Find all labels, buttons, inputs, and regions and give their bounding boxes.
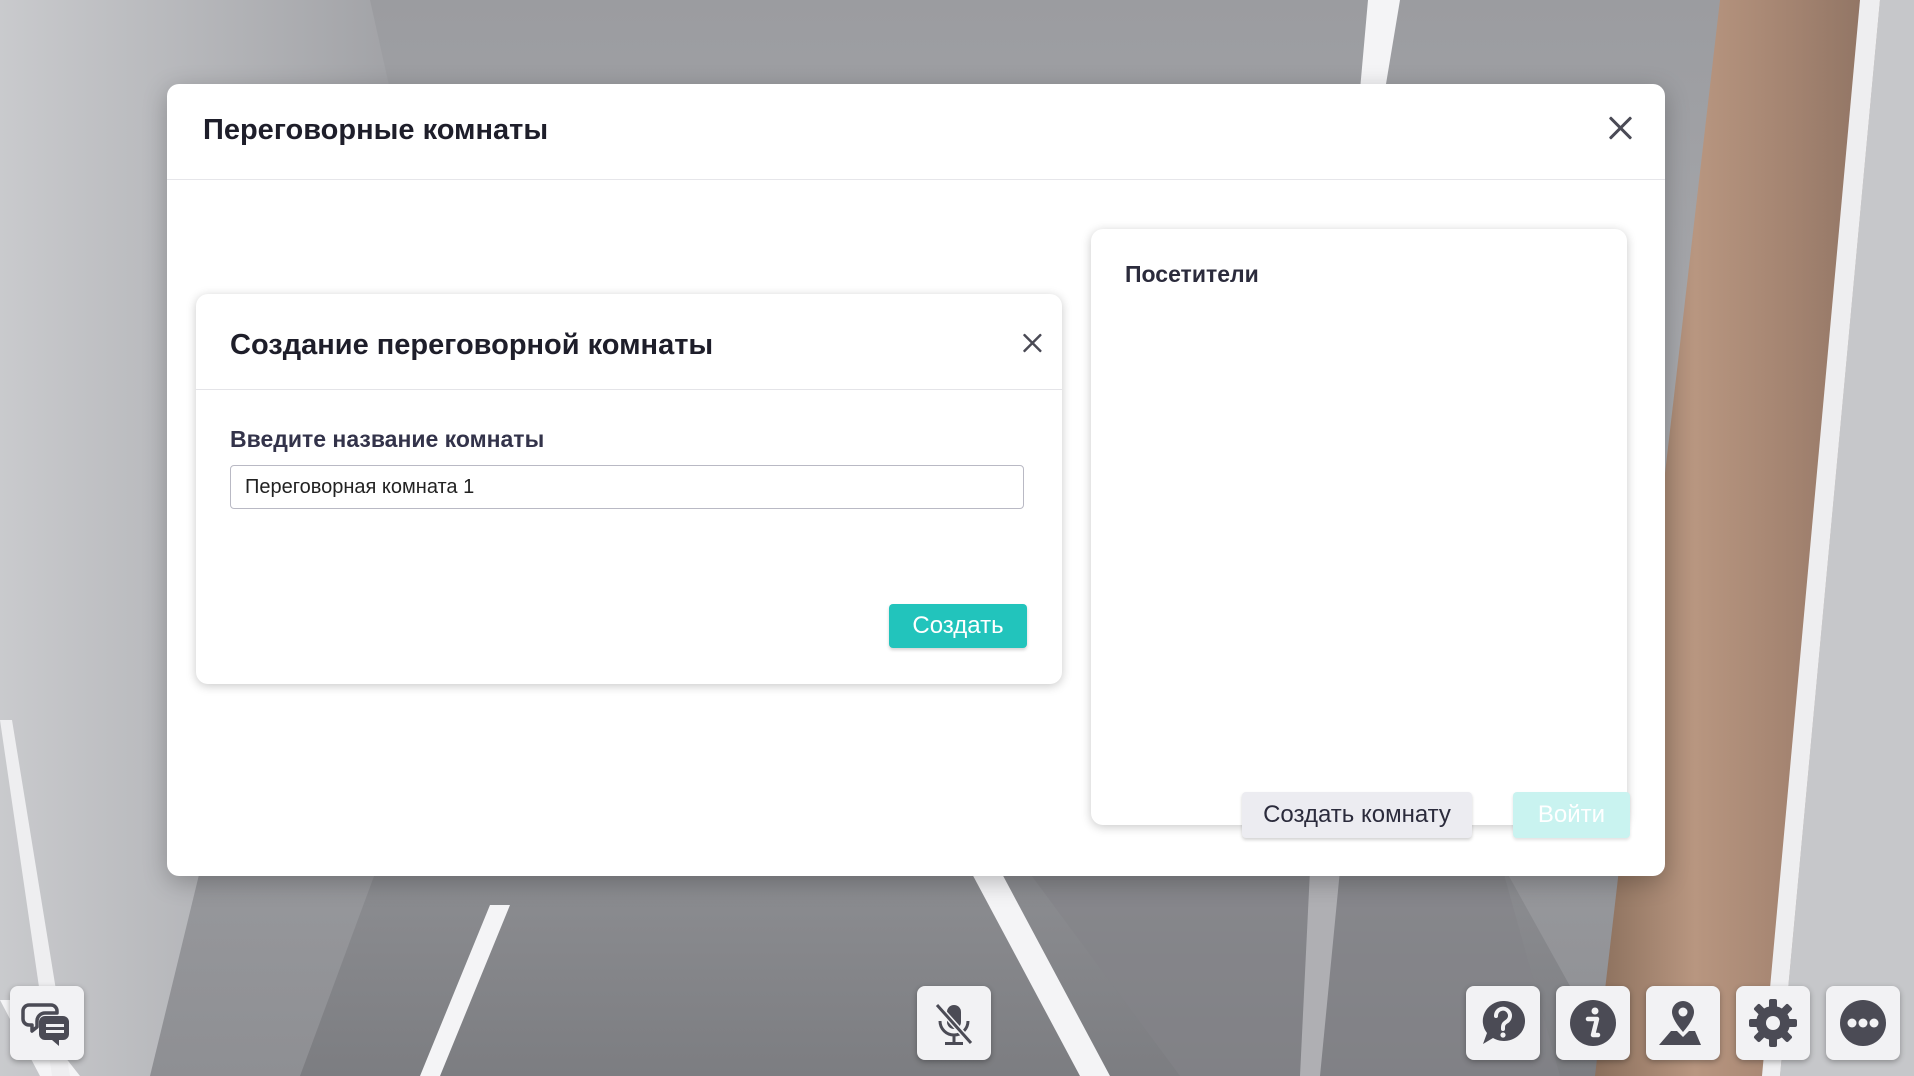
visitors-panel: Посетители [1091,229,1627,825]
location-button[interactable] [1646,986,1720,1060]
settings-button[interactable] [1736,986,1810,1060]
close-icon[interactable] [1018,329,1046,357]
more-icon [1840,1000,1886,1046]
modal-title: Переговорные комнаты [203,114,549,146]
location-icon [1659,1001,1701,1045]
more-button[interactable] [1826,986,1900,1060]
help-button[interactable] [1466,986,1540,1060]
chat-icon [21,1003,69,1046]
create-room-button[interactable]: Создать комнату [1242,792,1472,838]
modal-header: Переговорные комнаты [167,84,1665,180]
room-name-input[interactable] [230,465,1024,509]
info-button[interactable] [1556,986,1630,1060]
settings-icon [1749,999,1797,1047]
visitors-title: Посетители [1125,261,1259,287]
room-name-label: Введите название комнаты [230,426,545,452]
create-room-header: Создание переговорной комнаты [196,294,1062,390]
create-room-dialog: Создание переговорной комнаты Введите на… [196,294,1062,684]
mic-muted-icon [934,1002,974,1046]
info-icon [1570,1000,1616,1046]
microphone-button[interactable] [917,986,991,1060]
meeting-rooms-modal: Переговорные комнаты Создание переговорн… [167,84,1665,876]
create-room-title: Создание переговорной комнаты [230,329,714,361]
enter-button[interactable]: Войти [1513,792,1630,838]
create-button[interactable]: Создать [889,604,1027,648]
close-icon[interactable] [1603,111,1637,145]
chat-button[interactable] [10,986,84,1060]
help-icon [1482,1000,1526,1044]
